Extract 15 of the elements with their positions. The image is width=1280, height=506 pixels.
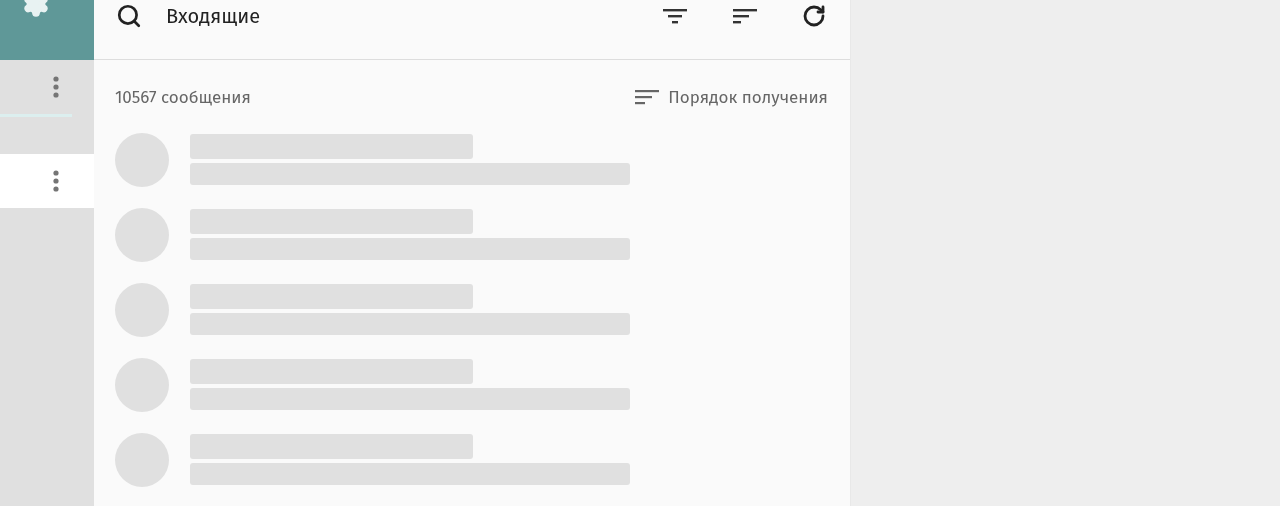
refresh-icon[interactable] — [802, 3, 826, 28]
avatar-placeholder — [115, 132, 169, 187]
sort-icon[interactable] — [732, 6, 758, 25]
more-icon[interactable] — [53, 170, 59, 192]
avatar-placeholder — [115, 282, 169, 337]
sort-order-button[interactable]: Порядок получения — [634, 85, 828, 111]
search-icon[interactable] — [116, 2, 142, 29]
avatar-placeholder — [115, 432, 169, 487]
folder-title: Входящие — [166, 2, 261, 30]
sort-icon — [634, 88, 661, 107]
more-icon[interactable] — [53, 76, 59, 98]
avatar-placeholder — [115, 357, 169, 412]
filter-icon[interactable] — [662, 6, 688, 25]
avatar-placeholder — [115, 207, 169, 262]
message-count: 10567 сообщения — [115, 86, 251, 110]
